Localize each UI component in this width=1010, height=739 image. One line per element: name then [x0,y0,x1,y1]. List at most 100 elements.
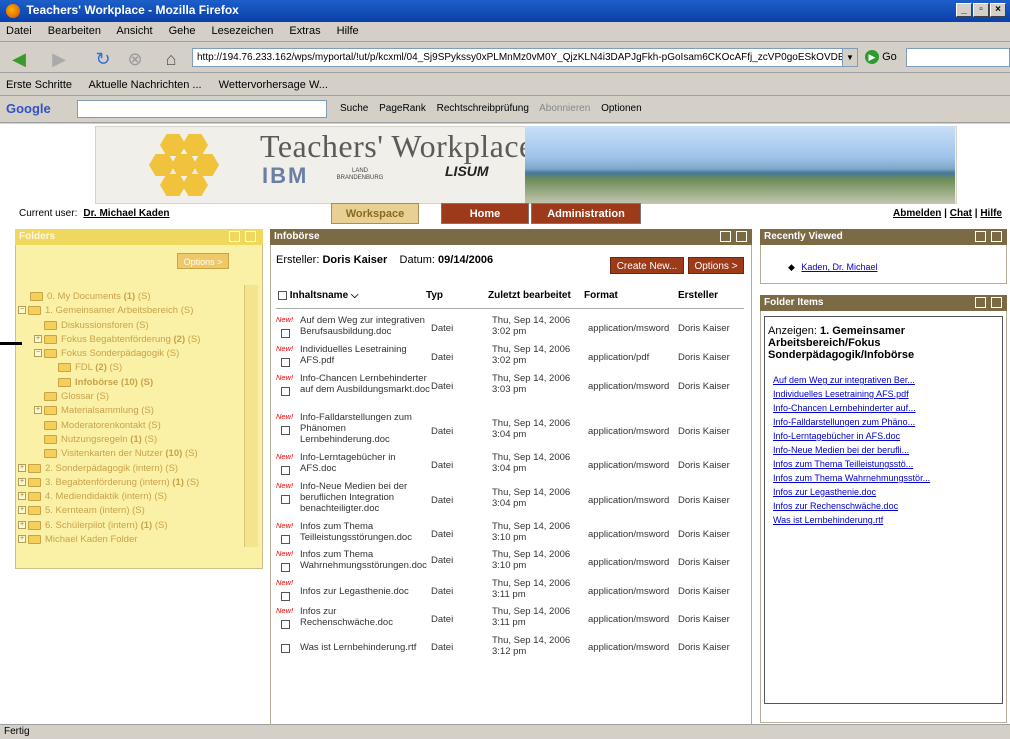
row-checkbox[interactable] [281,387,290,396]
recent-link[interactable]: Kaden, Dr. Michael [801,262,877,272]
table-row[interactable]: Was ist Lernbehinderung.rtf Datei Thu, Sep… [272,635,750,663]
minimize-icon[interactable] [229,231,240,242]
folder-item[interactable]: +6. Schülerpilot (intern) (1) (S) [18,520,168,531]
folder-item[interactable]: 0. My Documents (1) (S) [30,291,151,302]
menu-ansicht[interactable]: Ansicht [116,25,152,37]
google-search-input[interactable] [77,100,327,118]
menu-bearbeiten[interactable]: Bearbeiten [48,25,101,37]
folder-item[interactable]: + Materialsammlung (S) [34,405,154,416]
table-row[interactable]: New! Info-Falldarstellungen zum Phänomen … [272,412,750,449]
row-checkbox[interactable] [281,592,290,601]
folder-item[interactable]: + Fokus Begabtenförderung (2) (S) [34,334,200,345]
file-link[interactable]: Info-Falldarstellungen zum Phänomen Lern… [300,412,432,445]
folder-item-link[interactable]: Infos zur Legasthenie.doc [773,487,876,497]
create-new-button[interactable]: Create New... [610,257,684,274]
folder-item[interactable]: − Fokus Sonderpädagogik (S) [34,348,179,359]
row-checkbox[interactable] [281,563,290,572]
table-row[interactable]: New! Individuelles Lesetraining AFS.pdf Da… [272,344,750,372]
folder-item-link[interactable]: Was ist Lernbehinderung.rtf [773,515,883,525]
infoborse-options-button[interactable]: Options > [688,257,744,274]
folder-item-selected[interactable]: Infobörse (10) (S) [58,377,153,388]
file-link[interactable]: Infos zur Rechenschwäche.doc [300,606,432,628]
minimize-icon[interactable] [975,297,986,308]
menu-gehe[interactable]: Gehe [169,25,196,37]
folder-item-link[interactable]: Individuelles Lesetraining AFS.pdf [773,389,909,399]
table-row[interactable]: New! Info-Chancen Lernbehinderter auf dem… [272,373,750,410]
column-ersteller[interactable]: Ersteller [678,290,718,301]
url-dropdown-icon[interactable]: ▼ [842,48,858,67]
folders-scrollbar[interactable] [244,285,258,547]
expand-icon[interactable]: + [18,492,26,501]
optionen-button[interactable]: Optionen [601,103,642,114]
table-row[interactable]: New! Infos zum Thema Teilleistungsstörung… [272,521,750,549]
tab-workspace[interactable]: Workspace [331,203,419,224]
table-row[interactable]: New! Info-Neue Medien bei der beruflichen… [272,481,750,518]
folders-options-button[interactable]: Options > [177,253,229,269]
forward-icon[interactable]: ▶ [48,49,70,69]
reload-icon[interactable]: ↻ [92,49,114,69]
folder-item[interactable]: FDL (2) (S) [58,362,122,373]
folder-item-link[interactable]: Info-Falldarstellungen zum Phäno... [773,417,915,427]
expand-icon[interactable]: + [34,406,42,415]
url-input[interactable]: http://194.76.233.162/wps/myportal/!ut/p… [192,48,852,67]
folder-item[interactable]: Visitenkarten der Nutzer (10) (S) [44,448,198,459]
row-checkbox[interactable] [281,426,290,435]
file-link[interactable]: Was ist Lernbehinderung.rtf [300,642,432,653]
expand-icon[interactable]: + [18,521,26,530]
collapse-icon[interactable]: − [34,349,42,358]
menu-hilfe[interactable]: Hilfe [337,25,359,37]
folder-item[interactable]: +4. Mediendidaktik (intern) (S) [18,491,167,502]
folder-item-link[interactable]: Info-Lerntagebücher in AFS.doc [773,431,900,441]
table-row[interactable]: New! Info-Lerntagebücher in AFS.doc Datei T… [272,452,750,480]
table-row[interactable]: New! Infos zur Legasthenie.doc Datei Thu, S… [272,578,750,606]
row-checkbox[interactable] [281,466,290,475]
minimize-icon[interactable] [975,231,986,242]
google-logo[interactable]: Google [6,101,51,116]
file-link[interactable]: Auf dem Weg zur integrativen Berufsausbi… [300,315,432,337]
maximize-icon[interactable] [736,231,747,242]
folder-item[interactable]: +2. Sonderpädagogik (intern) (S) [18,463,178,474]
menu-lesezeichen[interactable]: Lesezeichen [212,25,274,37]
folder-item[interactable]: +5. Kernteam (intern) (S) [18,505,145,516]
column-typ[interactable]: Typ [426,290,443,301]
folder-item[interactable]: Moderatorenkontakt (S) [44,420,161,431]
maximize-icon[interactable] [245,231,256,242]
expand-icon[interactable]: + [18,506,26,515]
row-checkbox[interactable] [281,329,290,338]
row-checkbox[interactable] [281,620,290,629]
file-link[interactable]: Info-Lerntagebücher in AFS.doc [300,452,432,474]
current-user-link[interactable]: Dr. Michael Kaden [83,208,169,219]
row-checkbox[interactable] [281,644,290,653]
maximize-icon[interactable] [991,297,1002,308]
minimize-button[interactable]: _ [956,3,972,17]
table-row[interactable]: New! Infos zum Thema Wahrnehmungsstörunge… [272,549,750,577]
folder-item[interactable]: Glossar (S) [44,391,109,402]
spellcheck-button[interactable]: Rechtschreibprüfung [437,103,529,114]
file-link[interactable]: Infos zum Thema Teilleistungsstörungen.d… [300,521,432,543]
bookmark-wettervorhersage[interactable]: Wettervorhersage W... [219,79,328,91]
file-link[interactable]: Info-Chancen Lernbehinderter auf dem Aus… [300,373,432,395]
stop-icon[interactable]: ⊗ [124,49,146,69]
expand-icon[interactable]: + [34,335,42,344]
pagerank-button[interactable]: PageRank [379,103,426,114]
tab-administration[interactable]: Administration [531,203,641,224]
row-checkbox[interactable] [281,535,290,544]
file-link[interactable]: Individuelles Lesetraining AFS.pdf [300,344,432,366]
folder-item-link[interactable]: Infos zur Rechenschwäche.doc [773,501,898,511]
file-link[interactable]: Infos zur Legasthenie.doc [300,586,432,597]
row-checkbox[interactable] [281,358,290,367]
menu-datei[interactable]: Datei [6,25,32,37]
chat-link[interactable]: Chat [950,208,972,219]
folder-item[interactable]: +3. Begabtenförderung (intern) (1) (S) [18,477,199,488]
expand-icon[interactable]: + [18,478,26,487]
back-icon[interactable]: ◀ [8,49,30,69]
close-button[interactable]: × [990,3,1006,17]
folder-item-link[interactable]: Infos zum Thema Teilleistungsstö... [773,459,913,469]
folder-item-link[interactable]: Info-Neue Medien bei der berufli... [773,445,909,455]
table-row[interactable]: New! Infos zur Rechenschwäche.doc Datei Thu… [272,606,750,634]
folder-item-link[interactable]: Auf dem Weg zur integrativen Ber... [773,375,915,385]
collapse-icon[interactable]: − [18,306,26,315]
column-zuletzt[interactable]: Zuletzt bearbeitet [488,290,571,301]
maximize-button[interactable]: ▫ [973,3,989,17]
table-row[interactable]: New! Auf dem Weg zur integrativen Berufsa… [272,315,750,343]
